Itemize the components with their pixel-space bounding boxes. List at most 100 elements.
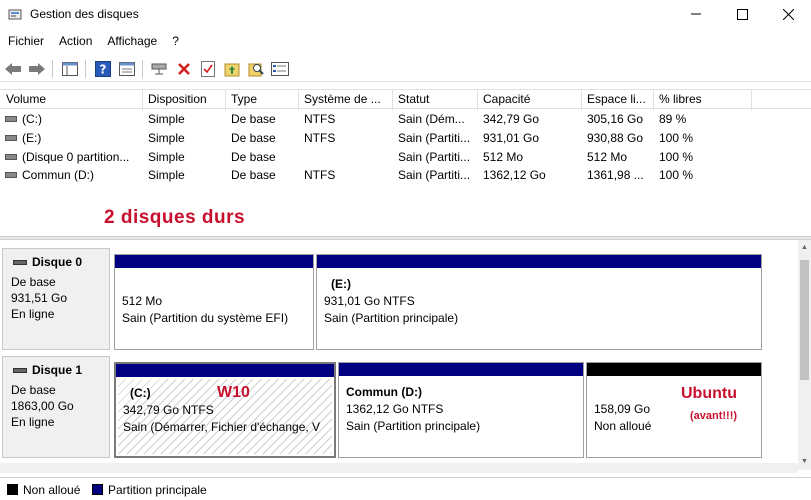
menu-bar: Fichier Action Affichage ? (0, 31, 811, 53)
connect-button[interactable] (149, 58, 171, 80)
menu-help[interactable]: ? (164, 31, 186, 53)
annotation-ubuntu: Ubuntu (681, 385, 737, 402)
disk-0-info[interactable]: Disque 0 De base 931,51 Go En ligne (2, 248, 110, 350)
toolbar: ? (0, 56, 811, 82)
help-button[interactable]: ? (92, 58, 114, 80)
volume-status: Sain (Partiti... (398, 168, 471, 182)
volume-percent-free: 100 % (659, 131, 694, 145)
partition-label: Commun (D:) (346, 385, 422, 399)
volume-name: (E:) (22, 131, 42, 145)
legend-swatch-primary (92, 484, 103, 495)
partition-bar (116, 364, 334, 377)
partition-d[interactable]: Commun (D:) 1362,12 Go NTFS Sain (Partit… (338, 362, 584, 458)
drive-icon (5, 135, 17, 141)
properties-button[interactable] (116, 58, 138, 80)
column-divider[interactable] (477, 90, 478, 110)
volume-type: De base (231, 112, 276, 126)
list-view-button[interactable] (269, 58, 291, 80)
volume-disposition: Simple (148, 112, 185, 126)
partition-label: (E:) (331, 277, 351, 291)
search-button[interactable] (245, 58, 267, 80)
column-header-status[interactable]: Statut (398, 92, 474, 106)
volume-filesystem: NTFS (304, 168, 336, 182)
disk-1-name: Disque 1 (13, 363, 82, 377)
close-button[interactable] (765, 0, 811, 28)
minimize-icon (691, 13, 701, 15)
annotation-w10: W10 (217, 384, 250, 401)
volume-free-space: 305,16 Go (587, 112, 644, 126)
volume-type: De base (231, 168, 276, 182)
horizontal-scrollbar[interactable] (0, 463, 798, 473)
volume-name: Commun (D:) (22, 168, 95, 182)
check-button[interactable] (197, 58, 219, 80)
volume-status: Sain (Dém... (398, 112, 465, 126)
legend-label-primary: Partition principale (108, 483, 207, 497)
scroll-down-icon[interactable]: ▼ (800, 456, 809, 466)
volume-capacity: 1362,12 Go (483, 168, 546, 182)
column-divider[interactable] (581, 90, 582, 110)
volume-disposition: Simple (148, 131, 185, 145)
column-divider[interactable] (751, 90, 752, 110)
minimize-button[interactable] (673, 0, 719, 28)
folder-up-icon (224, 63, 240, 76)
help-icon: ? (95, 60, 111, 77)
column-header-percent-free[interactable]: % libres (659, 92, 749, 106)
column-divider[interactable] (142, 90, 143, 110)
column-divider[interactable] (298, 90, 299, 110)
partition-bar (339, 363, 583, 376)
column-header-type[interactable]: Type (231, 92, 297, 106)
volume-percent-free: 89 % (659, 112, 687, 126)
column-header-disposition[interactable]: Disposition (148, 92, 224, 106)
column-header-capacity[interactable]: Capacité (483, 92, 579, 106)
back-arrow-icon (5, 62, 21, 75)
annotation-ubuntu-before: (avant!!!) (690, 410, 738, 422)
disk-0-name: Disque 0 (13, 255, 82, 269)
partition-status: Sain (Partition du système EFI) (122, 311, 289, 325)
volume-list-header: Volume Disposition Type Système de ... S… (0, 89, 811, 110)
column-header-free-space[interactable]: Espace li... (587, 92, 653, 106)
scroll-up-icon[interactable]: ▲ (800, 242, 809, 252)
maximize-icon (736, 8, 748, 20)
properties-icon (119, 61, 135, 76)
menu-affichage[interactable]: Affichage (99, 31, 164, 53)
column-divider[interactable] (392, 90, 393, 110)
column-divider[interactable] (653, 90, 654, 110)
maximize-button[interactable] (719, 0, 765, 28)
partition-c[interactable]: (C:) 342,79 Go NTFS Sain (Démarrer, Fich… (114, 362, 336, 458)
volume-disposition: Simple (148, 150, 185, 164)
menu-fichier[interactable]: Fichier (0, 31, 51, 53)
search-icon (248, 63, 264, 76)
volume-row[interactable]: Commun (D:) Simple De base NTFS Sain (Pa… (0, 166, 811, 184)
drive-icon (5, 154, 17, 160)
volume-name: (C:) (22, 112, 42, 126)
menu-action[interactable]: Action (51, 31, 99, 53)
hard-disk-icon (13, 368, 27, 374)
delete-button[interactable] (173, 58, 195, 80)
forward-arrow-icon (29, 62, 45, 75)
disk-1-info[interactable]: Disque 1 De base 1863,00 Go En ligne (2, 356, 110, 458)
column-header-volume[interactable]: Volume (6, 92, 140, 106)
partition-size: 931,01 Go NTFS (324, 294, 415, 308)
folder-up-button[interactable] (221, 58, 243, 80)
disk-0-size: 931,51 Go (11, 291, 68, 305)
partition-size: 1362,12 Go NTFS (346, 402, 444, 416)
partition-efi[interactable]: 512 Mo Sain (Partition du système EFI) (114, 254, 314, 350)
partition-bar (587, 363, 761, 376)
volume-status: Sain (Partiti... (398, 131, 471, 145)
volume-row[interactable]: (E:) Simple De base NTFS Sain (Partiti..… (0, 129, 811, 147)
column-header-filesystem[interactable]: Système de ... (304, 92, 390, 106)
legend-swatch-unallocated (7, 484, 18, 495)
disk-0-type: De base (11, 275, 56, 289)
volume-row[interactable]: (Disque 0 partition... Simple De base Sa… (0, 148, 811, 166)
scroll-thumb[interactable] (800, 260, 809, 380)
partition-e[interactable]: (E:) 931,01 Go NTFS Sain (Partition prin… (316, 254, 762, 350)
volume-percent-free: 100 % (659, 168, 694, 182)
partition-size: 158,09 Go (594, 402, 651, 416)
forward-button[interactable] (26, 58, 48, 80)
column-divider[interactable] (225, 90, 226, 110)
disk-1-status: En ligne (11, 415, 55, 429)
console-tree-button[interactable] (59, 58, 81, 80)
back-button[interactable] (2, 58, 24, 80)
volume-row[interactable]: (C:) Simple De base NTFS Sain (Dém... 34… (0, 110, 811, 128)
vertical-scrollbar[interactable]: ▲ ▼ (798, 240, 811, 470)
